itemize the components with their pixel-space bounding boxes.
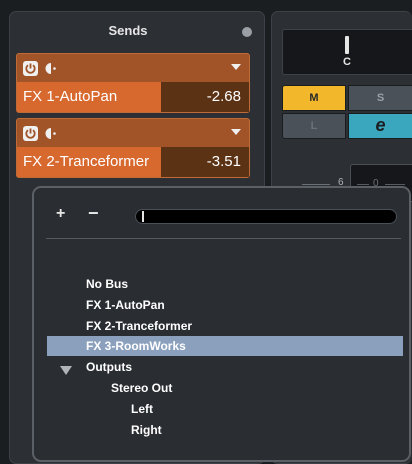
add-send-button[interactable]: +	[56, 205, 65, 223]
bus-item-fx3-roomworks[interactable]: FX 3-RoomWorks	[86, 336, 186, 356]
expand-arrow-icon[interactable]	[60, 366, 72, 375]
listen-button[interactable]: L	[282, 113, 346, 139]
send-destination-name: FX 1-AutoPan	[23, 88, 118, 105]
bus-item-fx1-autopan[interactable]: FX 1-AutoPan	[86, 295, 165, 315]
send-destination-name: FX 2-Tranceformer	[23, 153, 150, 170]
pan-control[interactable]: C	[282, 29, 412, 75]
fader-scale-mark	[385, 184, 405, 185]
bus-item-stereo-out[interactable]: Stereo Out	[111, 378, 172, 398]
send-level-bar[interactable]: FX 1-AutoPan -2.68	[17, 82, 249, 112]
send-routing-popup: + − No Bus FX 1-AutoPan FX 2-Tranceforme…	[32, 186, 411, 462]
edit-channel-button[interactable]: e	[348, 113, 412, 139]
send-level-bar[interactable]: FX 2-Tranceformer -3.51	[17, 147, 249, 177]
pre-post-fader-icon[interactable]	[44, 126, 59, 141]
bus-item-left[interactable]: Left	[131, 399, 153, 419]
remove-send-button[interactable]: −	[88, 203, 99, 224]
bus-item-no-bus[interactable]: No Bus	[86, 274, 128, 294]
sends-title: Sends	[108, 23, 148, 38]
slider-handle[interactable]	[142, 211, 144, 222]
solo-button[interactable]: S	[348, 85, 412, 111]
send-slot-1[interactable]: FX 1-AutoPan -2.68	[16, 53, 250, 113]
pan-indicator	[345, 36, 349, 54]
bus-item-right[interactable]: Right	[131, 420, 162, 440]
send-slot-header	[17, 54, 249, 82]
pan-value: C	[343, 56, 351, 68]
power-icon[interactable]	[23, 126, 38, 141]
pre-post-fader-icon[interactable]	[44, 61, 59, 76]
chevron-down-icon[interactable]	[231, 129, 241, 135]
fader-scale-mark	[357, 184, 369, 185]
send-level-value: -2.68	[206, 88, 241, 105]
sends-status-dot[interactable]	[242, 27, 252, 37]
fader-scale-mark	[302, 184, 330, 185]
bus-item-outputs[interactable]: Outputs	[86, 357, 132, 377]
divider	[46, 238, 401, 239]
send-level-value: -3.51	[206, 153, 241, 170]
send-slot-2[interactable]: FX 2-Tranceformer -3.51	[16, 118, 250, 178]
chevron-down-icon[interactable]	[231, 64, 241, 70]
power-icon[interactable]	[23, 61, 38, 76]
send-slot-header	[17, 119, 249, 147]
send-level-slider[interactable]	[135, 209, 397, 224]
bus-item-fx2-tranceformer[interactable]: FX 2-Tranceformer	[86, 316, 192, 336]
mute-button[interactable]: M	[282, 85, 346, 111]
